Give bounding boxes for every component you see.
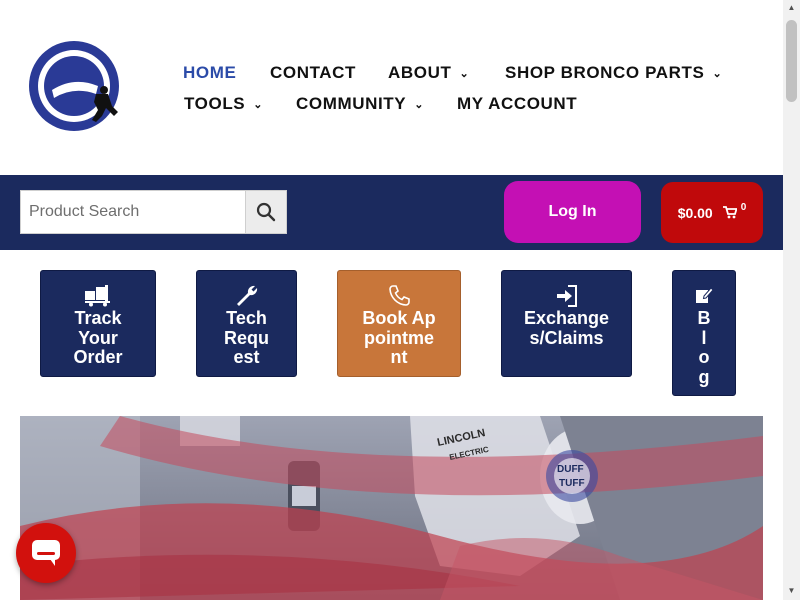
duff-tuff-logo-graphic [29,41,119,131]
nav-contact-label: CONTACT [270,63,357,82]
nav-tools-label: TOOLS [184,94,246,113]
exchanges-claims-tile[interactable]: Exchanges/Claims [501,270,632,377]
nav-contact[interactable]: CONTACT [270,63,356,83]
nav-home-label: HOME [183,63,237,82]
phone-icon [387,283,411,309]
cart-button[interactable]: $0.00 0 [661,182,763,243]
truck-box-icon [83,283,113,309]
blog-label: Blog [697,308,711,387]
hero-banner-image: LINCOLN ELECTRIC DUFF TUFF [20,416,763,600]
nav-home[interactable]: HOME [183,63,236,83]
scrollbar-thumb[interactable] [786,20,797,102]
chevron-down-icon: ⌄ [253,99,264,111]
live-chat-button[interactable] [16,523,76,583]
nav-about[interactable]: ABOUT ⌄ [388,63,469,83]
cart-count: 0 [740,202,747,213]
chevron-down-icon: ⌄ [712,68,723,80]
blog-tile[interactable]: Blog [672,270,736,396]
tech-request-label: Tech Request [224,308,269,367]
nav-shop-bronco-parts[interactable]: SHOP BRONCO PARTS ⌄ [505,63,722,83]
nav-about-label: ABOUT [388,63,452,82]
nav-community-label: COMMUNITY [296,94,407,113]
search-icon [256,202,276,222]
track-order-tile[interactable]: Track Your Order [40,270,156,377]
cart-icon [722,206,737,219]
wrench-icon [235,283,259,309]
book-appointment-tile[interactable]: Book Appointment [337,270,461,377]
scroll-up-arrow-icon[interactable]: ▲ [786,3,797,13]
sign-in-arrow-icon [554,283,580,309]
search-button[interactable] [245,190,287,234]
hero-photo-graphic: LINCOLN ELECTRIC DUFF TUFF [20,416,763,600]
nav-account-label: MY ACCOUNT [457,94,578,113]
book-appointment-label: Book Appointment [362,308,436,367]
login-button-label: Log In [548,203,597,220]
chevron-down-icon: ⌄ [414,99,425,111]
nav-community[interactable]: COMMUNITY ⌄ [296,94,424,114]
badge-text-bottom: TUFF [559,478,585,489]
exchanges-claims-label: Exchanges/Claims [523,308,610,348]
tech-request-tile[interactable]: Tech Request [196,270,297,377]
chevron-down-icon: ⌄ [459,68,470,80]
badge-text-top: DUFF [557,464,584,475]
edit-icon [694,283,714,309]
track-order-label: Track Your Order [73,308,123,367]
chat-bubble-icon [32,540,60,566]
nav-shop-label: SHOP BRONCO PARTS [505,63,705,82]
page: HOME CONTACT ABOUT ⌄ SHOP BRONCO PARTS ⌄ T… [0,0,800,600]
nav-my-account[interactable]: MY ACCOUNT [457,94,577,114]
cart-total: $0.00 [677,204,713,221]
product-search-input[interactable] [20,190,246,234]
nav-tools[interactable]: TOOLS ⌄ [184,94,263,114]
scroll-down-arrow-icon[interactable]: ▼ [786,586,797,596]
site-logo[interactable] [26,36,126,136]
login-button[interactable]: Log In [504,181,641,243]
